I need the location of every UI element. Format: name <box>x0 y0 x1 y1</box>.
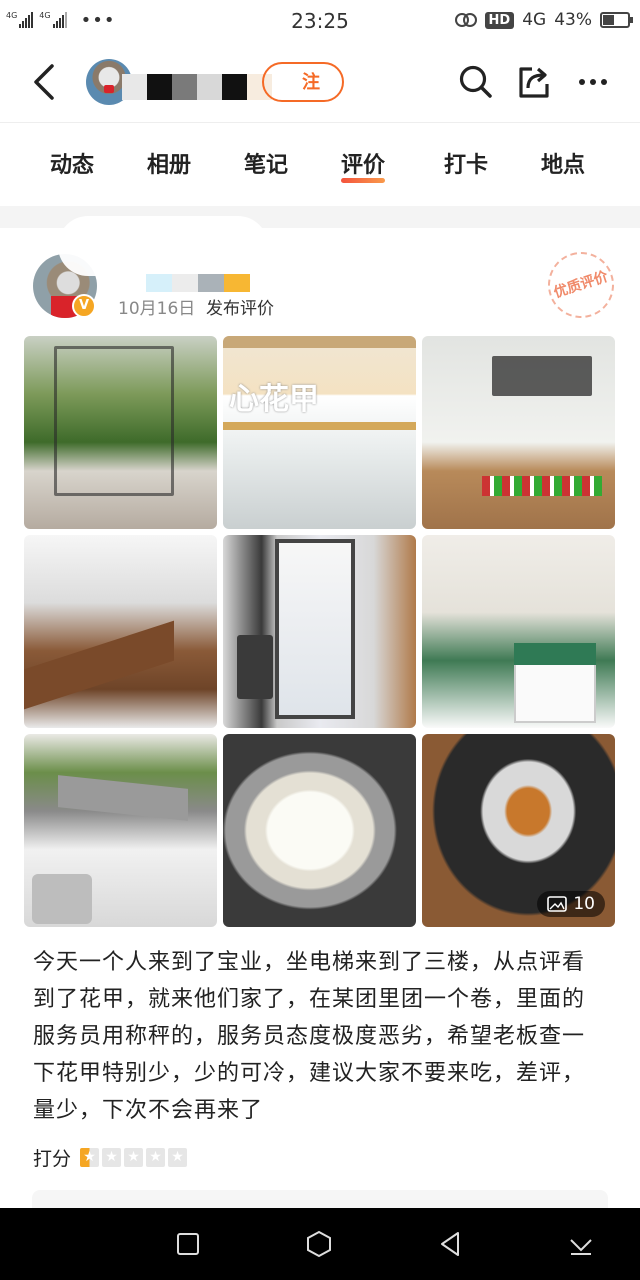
review-photo[interactable]: 10 <box>422 734 615 927</box>
review-photo[interactable] <box>422 336 615 529</box>
review-photo[interactable] <box>223 734 416 927</box>
star-icon: ★ <box>124 1148 143 1167</box>
notification-shade-icon[interactable] <box>567 1230 595 1258</box>
star-icon: ★ <box>146 1148 165 1167</box>
username-redacted <box>122 74 272 100</box>
restaurant-sign: 心花甲 <box>229 382 319 417</box>
tab-moments[interactable]: 动态 <box>50 147 94 179</box>
back-icon[interactable] <box>28 62 64 102</box>
battery-percent: 43% <box>554 10 592 30</box>
search-icon[interactable] <box>458 64 494 100</box>
review-card: V 10月16日 发布评价 优质评价 心花甲 10 今天一个人来到了宝业，坐电梯… <box>0 216 640 1208</box>
review-content: 今天一个人来到了宝业，坐电梯来到了三楼，从点评看到了花甲，就来他们家了，在某团里… <box>33 950 586 1123</box>
photo-count-badge[interactable]: 10 <box>537 891 605 917</box>
network-type: 4G <box>522 10 547 30</box>
review-photo[interactable] <box>422 535 615 728</box>
photo-count: 10 <box>573 894 595 914</box>
link-icon <box>454 13 477 27</box>
name-blur-overlay <box>58 216 268 276</box>
star-icon: ★ <box>168 1148 187 1167</box>
review-action: 发布评价 <box>206 299 274 319</box>
home-icon[interactable] <box>305 1230 333 1258</box>
review-photo[interactable] <box>223 535 416 728</box>
tab-notes[interactable]: 笔记 <box>244 147 288 179</box>
profile-header: 注 <box>0 42 640 122</box>
star-icon: ★ <box>80 1148 99 1167</box>
score-label: 打分 <box>33 1148 72 1170</box>
review-photo[interactable] <box>24 734 217 927</box>
battery-icon <box>600 12 633 28</box>
tab-reviews[interactable]: 评价 <box>341 147 386 183</box>
review-photo[interactable]: 心花甲 <box>223 336 416 529</box>
back-nav-icon[interactable] <box>436 1230 464 1258</box>
review-photo-grid: 心花甲 10 <box>24 336 615 928</box>
follow-button[interactable]: 注 <box>262 62 344 102</box>
tab-album[interactable]: 相册 <box>147 147 191 179</box>
profile-tabs: 动态 相册 笔记 评价 打卡 地点 <box>0 122 640 206</box>
tab-places[interactable]: 地点 <box>541 147 585 179</box>
tab-checkin[interactable]: 打卡 <box>444 147 488 179</box>
star-icon: ★ <box>102 1148 121 1167</box>
more-icon[interactable] <box>576 64 612 100</box>
review-date: 10月16日 <box>118 299 196 319</box>
review-photo[interactable] <box>24 535 217 728</box>
reviewer-name-redacted <box>120 274 250 292</box>
hd-badge: HD <box>484 11 515 29</box>
share-icon[interactable] <box>516 64 552 100</box>
quality-review-stamp: 优质评价 <box>539 243 623 327</box>
rating-stars: ★ ★ ★ ★ ★ <box>80 1148 187 1167</box>
status-bar: 4G 4G ••• 23:25 HD 4G 43% <box>0 0 640 42</box>
verified-icon: V <box>72 294 96 318</box>
review-photo[interactable] <box>24 336 217 529</box>
image-icon <box>547 896 568 912</box>
next-card-preview <box>32 1190 608 1208</box>
system-navigation-bar <box>0 1208 640 1280</box>
status-right: HD 4G 43% <box>454 10 633 30</box>
recent-apps-icon[interactable] <box>174 1230 202 1258</box>
